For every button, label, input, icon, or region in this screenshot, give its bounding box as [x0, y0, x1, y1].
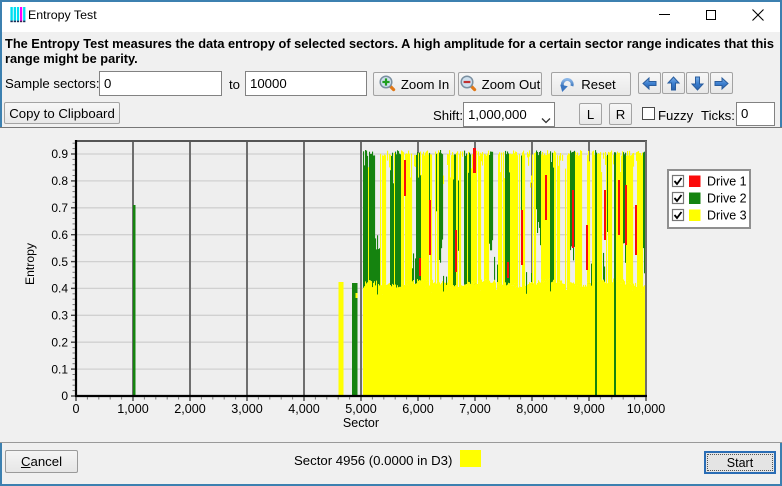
svg-text:10,000: 10,000: [627, 402, 666, 416]
svg-text:2,000: 2,000: [174, 402, 206, 416]
svg-text:Drive 1: Drive 1: [707, 175, 747, 189]
svg-text:0.3: 0.3: [51, 309, 68, 323]
svg-text:9,000: 9,000: [573, 402, 605, 416]
svg-text:5,000: 5,000: [345, 402, 377, 416]
svg-text:6,000: 6,000: [402, 402, 434, 416]
svg-text:0.4: 0.4: [51, 282, 68, 296]
svg-text:Drive 2: Drive 2: [707, 192, 747, 206]
svg-text:0.6: 0.6: [51, 228, 68, 242]
svg-text:0: 0: [72, 402, 79, 416]
svg-text:Sector: Sector: [343, 416, 379, 430]
svg-text:0: 0: [61, 389, 68, 403]
svg-text:0.9: 0.9: [51, 147, 68, 161]
svg-text:Entropy: Entropy: [23, 242, 37, 285]
svg-text:0.2: 0.2: [51, 335, 68, 349]
svg-text:0.5: 0.5: [51, 255, 68, 269]
svg-text:8,000: 8,000: [516, 402, 548, 416]
svg-text:0.7: 0.7: [51, 201, 68, 215]
svg-text:0.1: 0.1: [51, 362, 68, 376]
svg-text:4,000: 4,000: [288, 402, 320, 416]
svg-text:7,000: 7,000: [459, 402, 491, 416]
svg-text:Drive 3: Drive 3: [707, 209, 747, 223]
svg-text:3,000: 3,000: [231, 402, 263, 416]
svg-text:1,000: 1,000: [117, 402, 149, 416]
svg-text:0.8: 0.8: [51, 174, 68, 188]
